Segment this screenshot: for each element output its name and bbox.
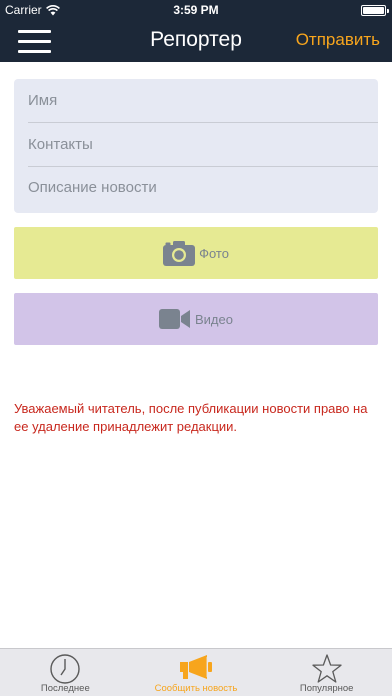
tab-latest-label: Последнее (40, 683, 90, 694)
tab-popular[interactable]: Популярное (261, 649, 392, 696)
megaphone-icon (180, 655, 212, 679)
battery-icon (361, 5, 389, 16)
report-form: Имя Контакты Описание новости (14, 79, 378, 213)
video-camera-icon (159, 309, 190, 329)
status-bar: Carrier 3:59 PM (0, 0, 392, 20)
photo-label: Фото (199, 245, 229, 261)
add-photo-button[interactable]: Фото (14, 227, 378, 279)
moderation-notice: Уважаемый читатель, после публикации нов… (14, 401, 368, 434)
tab-latest[interactable]: Последнее (0, 649, 131, 696)
send-button[interactable]: Отправить (296, 30, 380, 50)
description-input[interactable]: Описание новости (28, 166, 378, 210)
tab-report-news[interactable]: Сообщить новость (131, 649, 262, 696)
video-label: Видео (195, 311, 233, 327)
name-input[interactable]: Имя (28, 79, 378, 123)
clock-icon (50, 654, 81, 684)
add-video-button[interactable]: Видео (14, 293, 378, 345)
navigation-bar: Репортер Отправить (0, 20, 392, 62)
contacts-input[interactable]: Контакты (28, 123, 378, 167)
camera-icon (163, 241, 196, 266)
status-time: 3:59 PM (173, 3, 219, 17)
star-icon (312, 654, 342, 683)
tab-bar: Последнее Сообщить новость Популярное (0, 648, 392, 696)
tab-popular-label: Популярное (299, 683, 354, 694)
tab-report-news-label: Сообщить новость (154, 683, 238, 694)
